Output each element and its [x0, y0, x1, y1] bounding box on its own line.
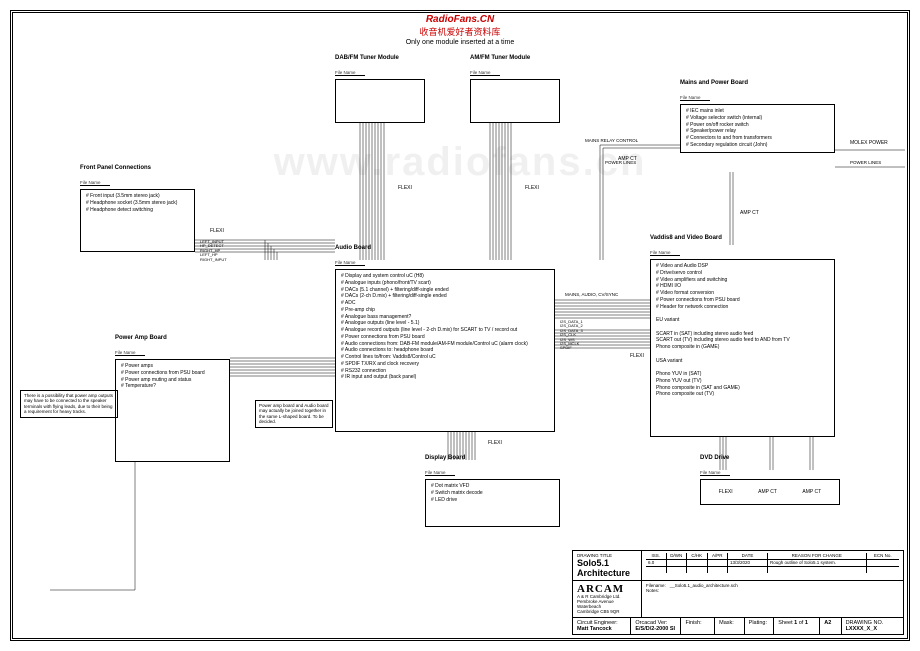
revision-grid: ISS.6.0 D/WN C/HK A/PR DATE13/3/2020 REA… — [646, 553, 899, 573]
block-pamp: Power Amp Board File Name # Power amps #… — [115, 335, 230, 462]
block-dvd: DVD Drive File Name FLEXI AMP CT AMP CT — [700, 455, 840, 505]
lbl-molex: MOLEX POWER — [850, 140, 888, 146]
tb-sheet-of: of — [799, 620, 804, 626]
site-subtitle: 收音机爱好者资料库 — [0, 25, 920, 38]
display-title: Display Board — [425, 455, 560, 461]
title-block: DRAWING TITLE Solo5.1 Architecture ISS.6… — [572, 550, 904, 635]
tb-size: A2 — [824, 620, 831, 626]
dvd-box: FLEXI AMP CT AMP CT — [700, 479, 840, 505]
lbl-ampct-vaddis: AMP CT — [740, 210, 759, 216]
block-dabfm: DAB/FM Tuner Module File Name — [335, 55, 425, 123]
audio-filename: File Name — [335, 260, 365, 266]
mains-title: Mains and Power Board — [680, 80, 835, 86]
pamp-filename: File Name — [115, 350, 145, 356]
vaddis-filename: File Name — [650, 250, 680, 256]
note-audio: Power amp board and Audio board may actu… — [255, 400, 333, 428]
amfm-box — [470, 79, 560, 123]
lbl-flexi-dab: FLEXI — [398, 185, 412, 191]
rev-iss-0: 6.0 — [646, 559, 666, 566]
dabfm-filename: File Name — [335, 70, 365, 76]
rev-date-0: 13/3/2020 — [728, 559, 767, 566]
audio-box: # Display and system control uC (H8) # A… — [335, 269, 555, 432]
pamp-box: # Power amps # Power connections from PS… — [115, 359, 230, 462]
mains-filename: File Name — [680, 95, 710, 101]
dvd-filename: File Name — [700, 470, 730, 476]
page: RadioFans.CN 收音机爱好者资料库 Only one module i… — [0, 0, 920, 651]
lbl-flexi-front: FLEXI — [210, 228, 224, 234]
front-title: Front Panel Connections — [80, 165, 195, 171]
lbl-flexi-am: FLEXI — [525, 185, 539, 191]
lbl-flexi-av: FLEXI — [630, 353, 644, 359]
lbl-mains-relay: MAINS RELAY CONTROL — [585, 138, 638, 143]
block-audio: Audio Board File Name # Display and syst… — [335, 245, 555, 432]
dabfm-title: DAB/FM Tuner Module — [335, 55, 425, 61]
dabfm-box — [335, 79, 425, 123]
front-filename: File Name — [80, 180, 110, 186]
dvd-ampct1: AMP CT — [758, 489, 777, 496]
dvd-flexi: FLEXI — [719, 489, 733, 496]
tb-notes-label: Notes: — [646, 588, 899, 593]
tb-sheet-n: 1 — [794, 620, 797, 626]
note-pamp: There is a possibility that power amp ou… — [20, 390, 118, 418]
amfm-title: AM/FM Tuner Module — [470, 55, 560, 61]
block-amfm: AM/FM Tuner Module File Name — [470, 55, 560, 123]
audio-title: Audio Board — [335, 245, 555, 251]
display-box: # Dot matrix VFD # Switch matrix decode … — [425, 479, 560, 527]
vaddis-box: # Video and Audio DSP # Drive/servo cont… — [650, 259, 835, 437]
dvd-title: DVD Drive — [700, 455, 840, 461]
tb-fin: Finish: — [685, 620, 701, 626]
tb-ce-v: Matt Tancock — [577, 626, 612, 632]
tb-sheet: Sheet — [778, 620, 792, 626]
pamp-title: Power Amp Board — [115, 335, 230, 341]
top-note: Only one module inserted at a time — [0, 39, 920, 46]
tb-company: A & R Cambridge Ltd. Pembroke Avenue Wat… — [577, 595, 637, 615]
tb-mask: Mask: — [719, 620, 734, 626]
rev-reason-0: Rough outline of Solo5.1 system. — [768, 559, 866, 566]
lbl-i2s: I2S_DATA_1 I2S_DATA_2 I2S_DATA_3 I2S_CLK… — [560, 320, 583, 351]
block-display: Display Board File Name # Dot matrix VFD… — [425, 455, 560, 527]
tb-title: Solo5.1 Architecture — [577, 558, 637, 578]
tb-plat: Plating: — [749, 620, 767, 626]
mains-box: # IEC mains inlet # Voltage selector swi… — [680, 104, 835, 153]
vaddis-title: Vaddis8 and Video Board — [650, 235, 835, 241]
lbl-power-lines-r: POWER LINES — [850, 160, 881, 165]
lbl-mains-audio: MAINS, AUDIO, CV/SYNC — [565, 292, 618, 297]
tb-ov-v: E/S/D/2-2000 SI — [635, 626, 675, 632]
amfm-filename: File Name — [470, 70, 500, 76]
page-header: RadioFans.CN 收音机爱好者资料库 Only one module i… — [0, 14, 920, 46]
dvd-ampct2: AMP CT — [802, 489, 821, 496]
lbl-flexi-disp: FLEXI — [488, 440, 502, 446]
site-name: RadioFans.CN — [0, 14, 920, 25]
lbl-front-lines: LEFT_INPUT HP_DETECT RIGHT_HP LEFT_HP RI… — [200, 240, 227, 262]
display-filename: File Name — [425, 470, 455, 476]
block-mains: Mains and Power Board File Name # IEC ma… — [680, 80, 835, 153]
tb-sheet-t: 1 — [805, 620, 808, 626]
lbl-power-lines-l: POWER LINES — [605, 160, 636, 165]
block-vaddis: Vaddis8 and Video Board File Name # Vide… — [650, 235, 835, 437]
block-front: Front Panel Connections File Name # Fron… — [80, 165, 195, 252]
tb-dno: LXXXX_X_X — [846, 626, 878, 632]
front-box: # Front input (3.5mm stereo jack) # Head… — [80, 189, 195, 252]
